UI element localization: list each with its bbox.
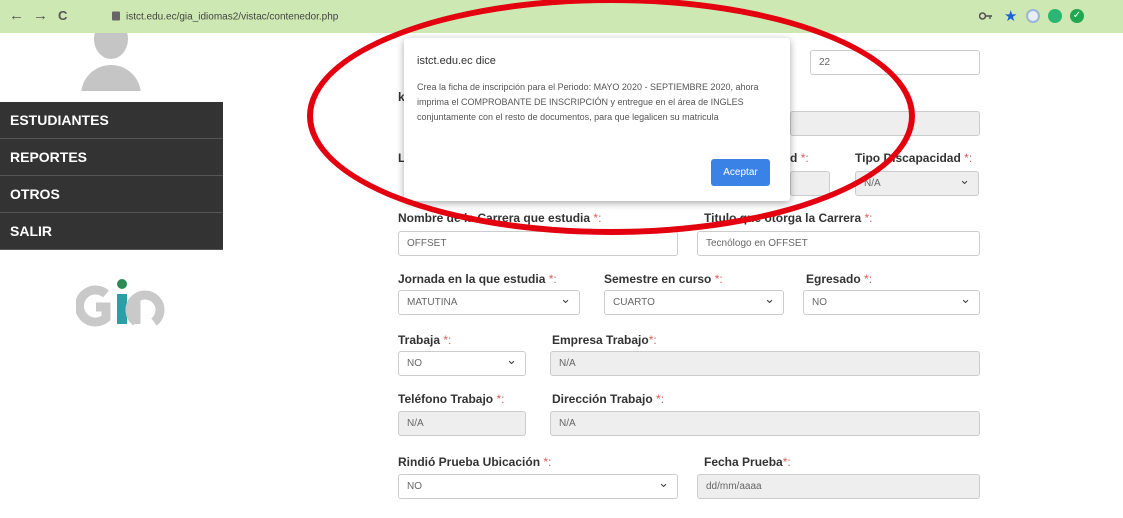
empresa-input[interactable]: N/A bbox=[550, 351, 980, 376]
bookmark-star-icon[interactable]: ★ bbox=[1004, 7, 1017, 25]
sidebar-item-reportes[interactable]: REPORTES bbox=[0, 139, 223, 176]
trabaja-label: Trabaja *: bbox=[398, 333, 452, 347]
partial-top-field[interactable]: 22 bbox=[810, 50, 980, 75]
dialog-title: istct.edu.ec dice bbox=[417, 55, 496, 67]
dialog-message: Crea la ficha de inscripción para el Per… bbox=[417, 82, 759, 122]
direccion-input[interactable]: N/A bbox=[550, 411, 980, 436]
fecha-prueba-label: Fecha Prueba*: bbox=[704, 455, 791, 469]
back-icon[interactable]: ← bbox=[9, 8, 24, 24]
sidebar-item-salir[interactable]: SALIR bbox=[0, 213, 223, 250]
jornada-label: Jornada en la que estudia *: bbox=[398, 272, 557, 286]
avatar bbox=[81, 33, 141, 91]
browser-toolbar: ← → C istct.edu.ec/gia_idiomas2/vistac/c… bbox=[0, 0, 1123, 33]
accept-button[interactable]: Aceptar bbox=[711, 159, 770, 186]
grammar-extension-icon[interactable] bbox=[1048, 9, 1062, 23]
prueba-label: Rindió Prueba Ubicación *: bbox=[398, 455, 552, 469]
trabaja-select[interactable]: NO bbox=[398, 351, 526, 376]
reload-icon[interactable]: C bbox=[58, 8, 67, 24]
partial-label-d: d *: bbox=[790, 151, 809, 165]
extension-icon[interactable] bbox=[1026, 9, 1040, 23]
sidebar-menu: ESTUDIANTES REPORTES OTROS SALIR bbox=[0, 102, 223, 250]
titulo-label: Titulo que otorga la Carrera *: bbox=[704, 211, 873, 225]
empresa-label: Empresa Trabajo*: bbox=[552, 333, 657, 347]
tipo-discapacidad-select[interactable]: N/A bbox=[855, 171, 979, 196]
telefono-label: Teléfono Trabajo *: bbox=[398, 392, 505, 406]
key-icon[interactable] bbox=[979, 11, 993, 21]
carrera-input[interactable]: OFFSET bbox=[398, 231, 678, 256]
partial-field-row2 bbox=[790, 111, 980, 136]
semestre-label: Semestre en curso *: bbox=[604, 272, 723, 286]
titulo-input[interactable]: Tecnólogo en OFFSET bbox=[697, 231, 980, 256]
egresado-select[interactable]: NO bbox=[803, 290, 980, 315]
semestre-select[interactable]: CUARTO bbox=[604, 290, 784, 315]
sidebar-item-otros[interactable]: OTROS bbox=[0, 176, 223, 213]
check-extension-icon[interactable]: ✓ bbox=[1070, 9, 1084, 23]
url-text: istct.edu.ec/gia_idiomas2/vistac/contene… bbox=[126, 11, 339, 23]
egresado-label: Egresado *: bbox=[806, 272, 873, 286]
direccion-label: Dirección Trabajo *: bbox=[552, 392, 665, 406]
carrera-label: Nombre de la Carrera que estudia *: bbox=[398, 211, 602, 225]
prueba-select[interactable]: NO bbox=[398, 474, 678, 499]
partial-field-discapacidad bbox=[790, 171, 830, 196]
gia-logo bbox=[76, 279, 165, 327]
fecha-prueba-input[interactable]: dd/mm/aaaa bbox=[697, 474, 980, 499]
forward-icon[interactable]: → bbox=[33, 8, 48, 24]
sidebar-item-estudiantes[interactable]: ESTUDIANTES bbox=[0, 102, 223, 139]
jornada-select[interactable]: MATUTINA bbox=[398, 290, 580, 315]
alert-dialog: istct.edu.ec dice Crea la ficha de inscr… bbox=[404, 38, 790, 201]
lock-icon bbox=[112, 11, 120, 21]
telefono-input[interactable]: N/A bbox=[398, 411, 526, 436]
address-bar[interactable]: istct.edu.ec/gia_idiomas2/vistac/contene… bbox=[112, 11, 339, 23]
tipo-discapacidad-label: Tipo Discapacidad *: bbox=[855, 151, 973, 165]
